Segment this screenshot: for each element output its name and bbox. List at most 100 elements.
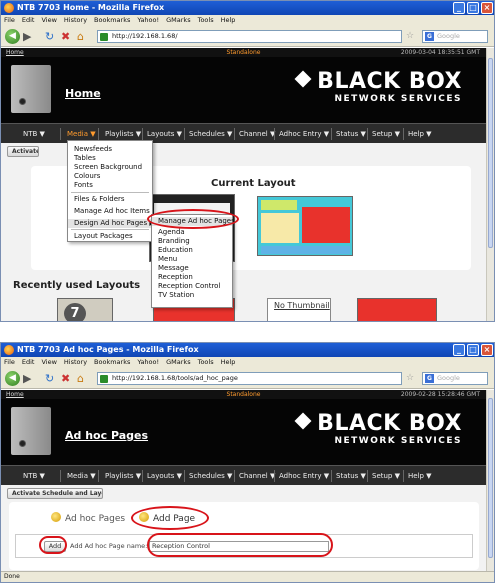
menu-gmarks[interactable]: GMarks — [166, 16, 190, 24]
address-bar[interactable]: http://192.168.1.68/ — [97, 30, 402, 43]
menu-view[interactable]: View — [41, 16, 56, 24]
recent-layout-thumb-4[interactable] — [357, 298, 437, 321]
nav-setup[interactable]: Setup ▼ — [372, 466, 400, 486]
menu-item-fonts[interactable]: Fonts — [74, 181, 148, 190]
menu-view[interactable]: View — [41, 358, 56, 366]
browser-navbar: ◀ ▶ ↻ ✖ ⌂ http://192.168.1.68/tools/ad_h… — [1, 368, 494, 389]
maximize-button[interactable]: □ — [467, 2, 479, 14]
device-logo — [11, 65, 51, 113]
menu-item-tables[interactable]: Tables — [74, 154, 148, 163]
no-thumbnail-label: No Thumbnail — [274, 301, 330, 310]
reload-icon[interactable]: ↻ — [45, 29, 54, 44]
menu-yahoo[interactable]: Yahoo! — [137, 358, 159, 366]
forward-arrow-icon[interactable]: ▶ — [23, 371, 31, 386]
screenshot-home: NTB 7703 Home - Mozilla Firefox _ □ × Fi… — [0, 0, 495, 322]
nav-help[interactable]: Help ▼ — [408, 466, 432, 486]
page-content: Home Standalone 2009-02-28 15:28:46 GMT … — [1, 390, 486, 572]
menu-item-newsfeeds[interactable]: Newsfeeds — [74, 145, 148, 154]
nav-layouts[interactable]: Layouts ▼ — [147, 466, 182, 486]
home-icon[interactable]: ⌂ — [77, 29, 84, 44]
nav-status[interactable]: Status ▼ — [336, 466, 366, 486]
menu-bookmarks[interactable]: Bookmarks — [94, 358, 130, 366]
close-button[interactable]: × — [481, 2, 493, 14]
menu-item-colours[interactable]: Colours — [74, 172, 148, 181]
bookmark-star-icon[interactable]: ☆ — [406, 371, 414, 386]
stop-icon[interactable]: ✖ — [61, 371, 70, 386]
search-input[interactable]: G Google — [422, 30, 488, 43]
bookmark-star-icon[interactable]: ☆ — [406, 29, 414, 44]
menu-yahoo[interactable]: Yahoo! — [137, 16, 159, 24]
menu-item-files-folders[interactable]: Files & Folders — [74, 195, 148, 204]
menu-history[interactable]: History — [64, 16, 87, 24]
brand-tagline: NETWORK SERVICES — [334, 94, 462, 104]
minimize-button[interactable]: _ — [453, 2, 465, 14]
menu-tools[interactable]: Tools — [198, 16, 214, 24]
menu-tools[interactable]: Tools — [198, 358, 214, 366]
nav-help[interactable]: Help ▼ — [408, 124, 432, 144]
highlight-ring — [147, 209, 239, 229]
menu-item-screen-background[interactable]: Screen Background — [74, 163, 148, 172]
menu-gmarks[interactable]: GMarks — [166, 358, 190, 366]
device-logo — [11, 407, 51, 455]
maximize-button[interactable]: □ — [467, 344, 479, 356]
nav-channel[interactable]: Channel ▼ — [239, 124, 275, 144]
reload-icon[interactable]: ↻ — [45, 371, 54, 386]
nav-schedules[interactable]: Schedules ▼ — [189, 466, 232, 486]
tab-adhoc-pages[interactable]: Ad hoc Pages — [51, 510, 125, 528]
recent-layout-thumb-1[interactable]: 7 — [57, 298, 113, 321]
page-title: Ad hoc Pages — [65, 429, 149, 442]
status-bar: Done — [1, 571, 494, 582]
menu-help[interactable]: Help — [221, 16, 236, 24]
submenu-item-reception[interactable]: Reception — [158, 273, 228, 282]
menu-file[interactable]: File — [4, 358, 15, 366]
menu-file[interactable]: File — [4, 16, 15, 24]
nav-ntb[interactable]: NTB ▼ — [23, 466, 45, 486]
menu-item-design-adhoc-pages[interactable]: Design Ad hoc Pages ▶ — [68, 219, 155, 228]
adhoc-pages-panel: Ad hoc Pages Add Page Add Add Ad hoc Pag… — [9, 502, 479, 570]
nav-channel[interactable]: Channel ▼ — [239, 466, 275, 486]
address-url: http://192.168.1.68/tools/ad_hoc_page — [112, 374, 238, 382]
activate-button[interactable]: Activate Schedule and Layouts — [7, 488, 103, 499]
nav-status[interactable]: Status ▼ — [336, 124, 366, 144]
menu-bookmarks[interactable]: Bookmarks — [94, 16, 130, 24]
menu-help[interactable]: Help — [221, 358, 236, 366]
home-icon[interactable]: ⌂ — [77, 371, 84, 386]
nav-setup[interactable]: Setup ▼ — [372, 124, 400, 144]
scrollbar[interactable] — [486, 390, 494, 572]
submenu-item-menu[interactable]: Menu — [158, 255, 228, 264]
browser-menubar: File Edit View History Bookmarks Yahoo! GMarks… — [1, 357, 494, 368]
page-content: Home Standalone 2009-03-04 18:35:51 GMT … — [1, 48, 486, 321]
nav-adhoc-entry[interactable]: Adhoc Entry ▼ — [279, 124, 329, 144]
back-arrow-icon[interactable]: ◀ — [5, 29, 20, 44]
menu-item-layout-packages[interactable]: Layout Packages — [74, 232, 148, 241]
stop-icon[interactable]: ✖ — [61, 29, 70, 44]
thumb-number: 7 — [64, 303, 86, 321]
activate-button[interactable]: Activate Schedule and Layouts — [7, 146, 39, 157]
nav-media[interactable]: Media ▼ — [67, 466, 96, 486]
menu-item-manage-adhoc-items[interactable]: Manage Ad hoc Items — [74, 207, 150, 216]
submenu-item-branding[interactable]: Branding — [158, 237, 228, 246]
recent-layout-thumb-3[interactable]: No Thumbnail — [267, 298, 331, 321]
menu-history[interactable]: History — [64, 358, 87, 366]
search-input[interactable]: G Google — [422, 372, 488, 385]
minimize-button[interactable]: _ — [453, 344, 465, 356]
nav-ntb[interactable]: NTB ▼ — [23, 124, 45, 144]
submenu-item-education[interactable]: Education — [158, 246, 228, 255]
nav-adhoc-entry[interactable]: Adhoc Entry ▼ — [279, 466, 329, 486]
address-bar[interactable]: http://192.168.1.68/tools/ad_hoc_page — [97, 372, 402, 385]
forward-arrow-icon[interactable]: ▶ — [23, 29, 31, 44]
page-header: Home BLACK BOX NETWORK SERVICES — [1, 57, 486, 123]
nav-schedules[interactable]: Schedules ▼ — [189, 124, 232, 144]
close-button[interactable]: × — [481, 344, 493, 356]
nav-playlists[interactable]: Playlists ▼ — [105, 466, 141, 486]
page-name-label: Add Ad hoc Page name: — [70, 542, 148, 550]
window-titlebar: NTB 7703 Home - Mozilla Firefox _ □ × — [1, 1, 494, 15]
menu-edit[interactable]: Edit — [22, 16, 35, 24]
submenu-item-tv-station[interactable]: TV Station — [158, 291, 228, 300]
submenu-item-message[interactable]: Message — [158, 264, 228, 273]
back-arrow-icon[interactable]: ◀ — [5, 371, 20, 386]
menu-edit[interactable]: Edit — [22, 358, 35, 366]
submenu-item-agenda[interactable]: Agenda — [158, 228, 228, 237]
submenu-item-reception-control[interactable]: Reception Control — [158, 282, 228, 291]
scrollbar[interactable] — [486, 48, 494, 321]
